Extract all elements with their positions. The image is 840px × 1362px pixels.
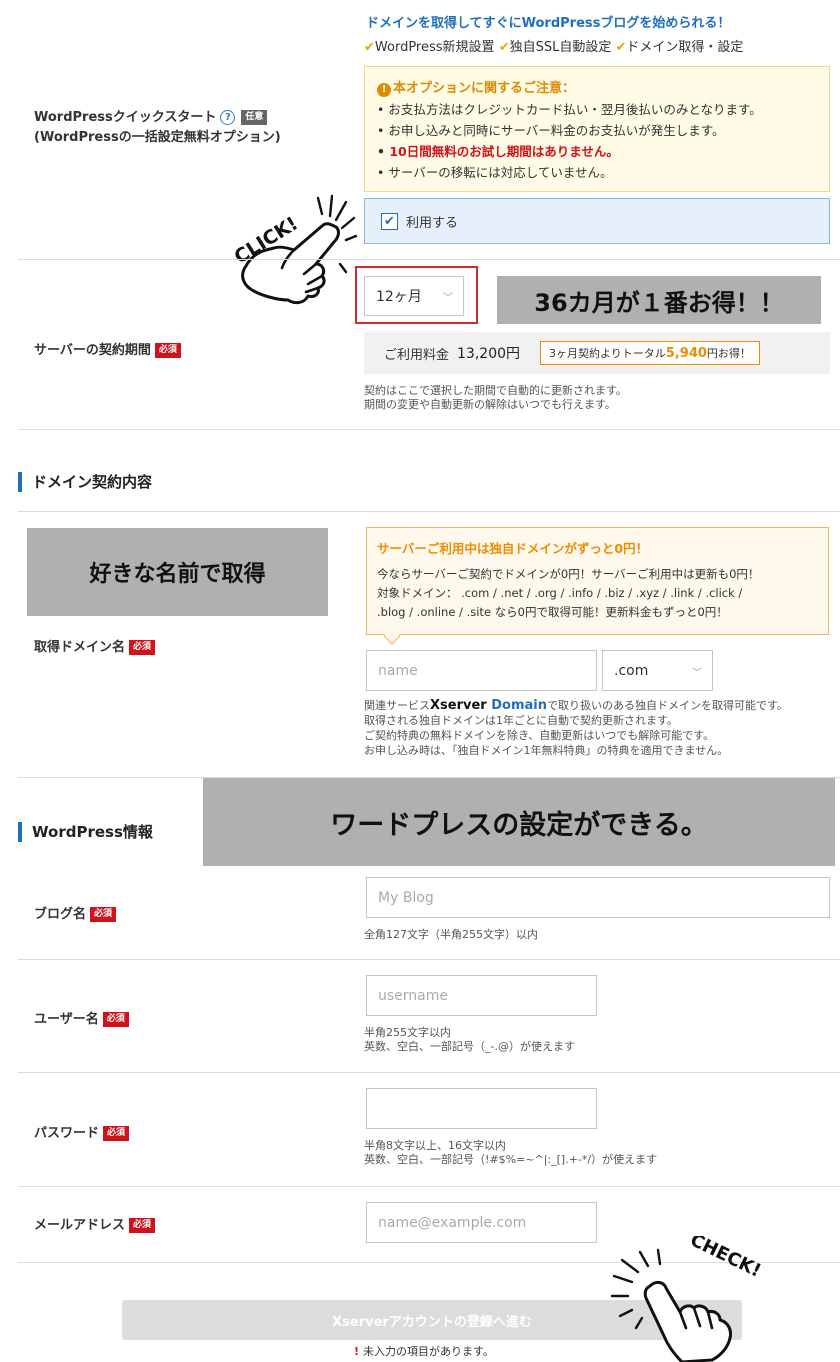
chevron-down-icon: ﹀ <box>443 293 453 304</box>
fee-panel: ご利用料金 13,200円 3ヶ月契約よりトータル5,940円お得！ <box>364 332 830 374</box>
period-select[interactable]: 12ヶ月 ﹀ <box>364 276 464 316</box>
overlay-domain-name: 好きな名前で取得 <box>27 528 328 616</box>
domain-promo-box: サーバーご利用中は独自ドメインがずっと0円！ 今ならサーバーご契約でドメインが0… <box>366 527 829 635</box>
required-badge: 必須 <box>90 907 117 922</box>
contract-label: サーバーの契約期間 必須 <box>34 339 181 358</box>
contract-note: 契約はここで選択した期間で自動的に更新されます。 期間の変更や自動更新の解除はい… <box>364 384 627 411</box>
tld-select[interactable]: .com ﹀ <box>602 650 713 691</box>
notice-list: お支払方法はクレジットカード払い・翌月後払いのみとなります。 お申し込みと同時に… <box>377 99 817 183</box>
password-label: パスワード 必須 <box>34 1122 130 1141</box>
notice-title: 本オプションに関するご注意： <box>393 81 576 96</box>
overlay-36-month: 36カ月が１番お得！！ <box>497 276 821 324</box>
validation-error: ! 未入力の項目があります。 <box>354 1345 494 1358</box>
required-badge: 必須 <box>154 343 181 358</box>
use-checkbox-label: 利用する <box>406 215 459 231</box>
savings-badge: 3ヶ月契約よりトータル5,940円お得！ <box>540 341 760 365</box>
required-badge: 必須 <box>103 1126 130 1141</box>
chevron-down-icon: ﹀ <box>692 668 702 679</box>
use-checkbox[interactable]: ✔ <box>381 212 398 230</box>
fee-value: 13,200円 <box>457 346 521 362</box>
divider <box>18 511 840 512</box>
username-note: 半角255文字以内 英数、空白、一部記号（_-.@）が使えます <box>364 1026 575 1053</box>
required-badge: 必須 <box>129 1218 156 1233</box>
notice-item: サーバーの移転には対応していません。 <box>377 162 817 183</box>
error-icon: ! <box>354 1345 360 1358</box>
optional-badge: 任意 <box>241 110 268 125</box>
divider <box>18 259 840 260</box>
notice-item: 10日間無料のお試し期間はありません。 <box>377 141 817 162</box>
check-icon: ✔ <box>364 40 375 55</box>
pointing-hand-icon <box>643 1280 732 1362</box>
help-icon[interactable]: ? <box>220 110 236 125</box>
check-doodle-text: CHECK! <box>687 1236 764 1282</box>
notice-box: !本オプションに関するご注意： お支払方法はクレジットカード払い・翌月後払いのみ… <box>364 66 830 192</box>
domain-note: 関連サービスXserver Domainで取り扱いのある独自ドメインを取得可能で… <box>364 698 788 757</box>
wp-quickstart-promo-title: ドメインを取得してすぐにWordPressブログを始められる！ <box>366 16 731 31</box>
overlay-wp-settings: ワードプレスの設定ができる。 <box>203 778 835 866</box>
password-input[interactable] <box>366 1088 597 1129</box>
warning-icon: ! <box>377 83 391 97</box>
notice-item: お申し込みと同時にサーバー料金のお支払いが発生します。 <box>377 120 817 141</box>
blog-name-label: ブログ名 必須 <box>34 903 117 922</box>
divider <box>18 1186 840 1187</box>
click-hand-doodle: CLICK! <box>231 194 358 305</box>
notice-item: お支払方法はクレジットカード払い・翌月後払いのみとなります。 <box>377 99 817 120</box>
wp-quickstart-label: WordPressクイックスタート? 任意 (WordPressの一括設定無料オプ… <box>34 108 281 148</box>
username-input[interactable]: username <box>366 975 597 1016</box>
blog-name-input[interactable]: My Blog <box>366 877 830 918</box>
blog-name-note: 全角127文字（半角255文字）以内 <box>364 928 538 941</box>
required-badge: 必須 <box>129 640 156 655</box>
password-note: 半角8文字以上、16文字以内 英数、空白、一部記号（!#$%=~^|:_[].+… <box>364 1139 658 1166</box>
domain-label: 取得ドメイン名 必須 <box>34 636 156 655</box>
email-input[interactable]: name@example.com <box>366 1202 597 1243</box>
domain-promo-title: サーバーご利用中は独自ドメインがずっと0円！ <box>377 541 649 556</box>
section-heading-domain: ドメイン契約内容 <box>18 472 152 492</box>
divider <box>18 959 840 960</box>
email-label: メールアドレス 必須 <box>34 1214 156 1233</box>
section-heading-wordpress: WordPress情報 <box>18 822 153 842</box>
divider <box>18 1072 840 1073</box>
domain-name-input[interactable]: name <box>366 650 597 691</box>
required-badge: 必須 <box>102 1012 129 1027</box>
xserver-domain-logo: Xserver Domain <box>430 698 547 713</box>
check-hand-doodle: CHECK! <box>610 1236 764 1362</box>
wp-quickstart-features: ✔WordPress新規設置 ✔独自SSL自動設定 ✔ドメイン取得・設定 <box>364 40 744 55</box>
username-label: ユーザー名 必須 <box>34 1008 129 1027</box>
divider <box>18 429 840 430</box>
use-option-row[interactable]: ✔ 利用する <box>364 198 830 244</box>
wp-quickstart-subtitle: (WordPressの一括設定無料オプション) <box>34 130 281 145</box>
check-icon: ✔ <box>615 40 627 55</box>
check-icon: ✔ <box>498 40 510 55</box>
wp-quickstart-title: WordPressクイックスタート <box>34 110 217 125</box>
fee-label: ご利用料金 <box>384 347 450 363</box>
